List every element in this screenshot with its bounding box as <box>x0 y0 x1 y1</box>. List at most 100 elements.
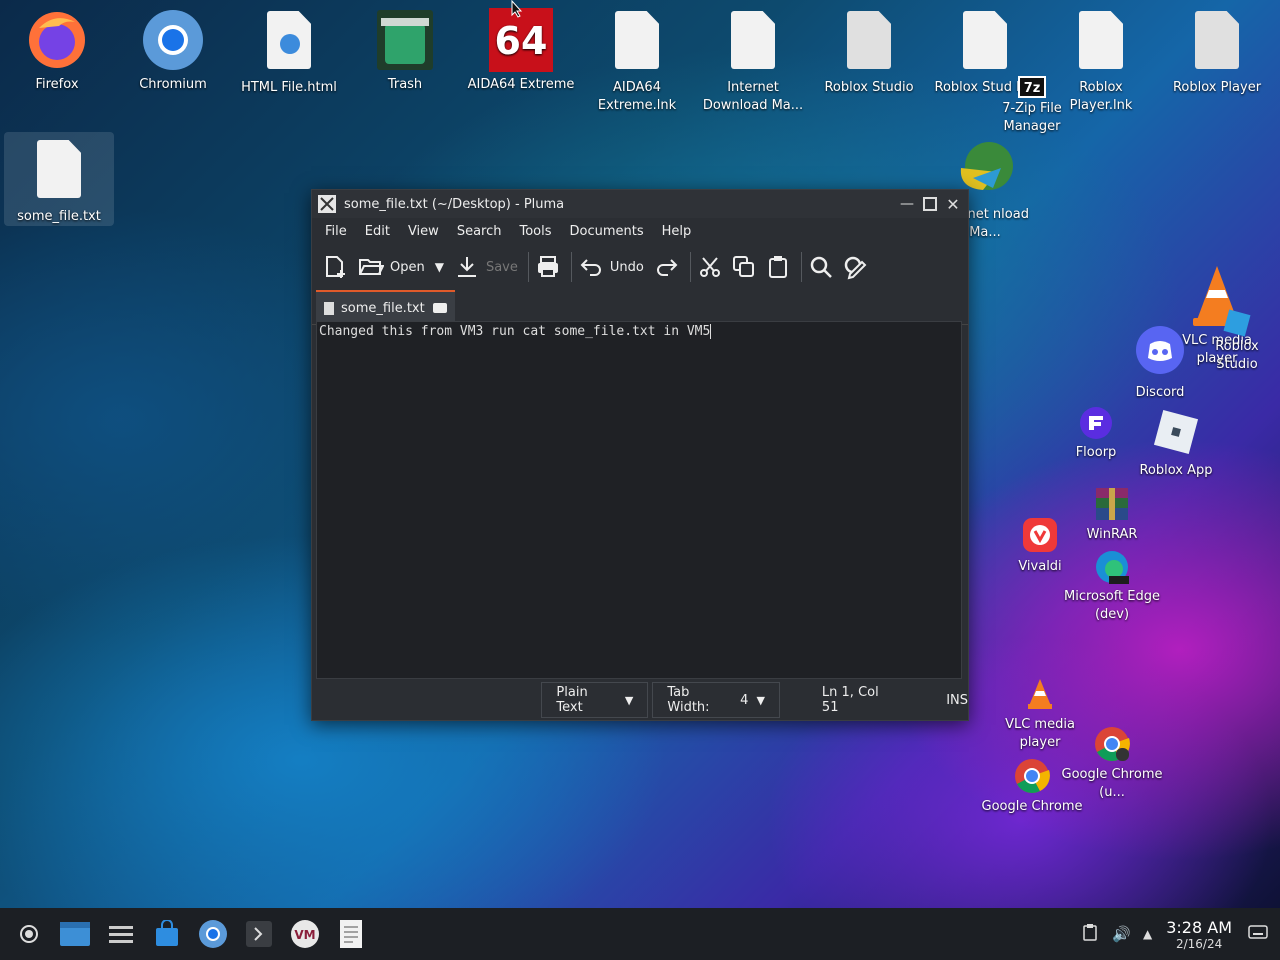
chrome-icon <box>1014 758 1050 794</box>
menu-help[interactable]: Help <box>653 224 701 239</box>
window-titlebar[interactable]: some_file.txt (~/Desktop) - Pluma — ✕ <box>312 190 968 218</box>
undo-button[interactable]: Undo <box>578 254 644 280</box>
print-button[interactable] <box>535 254 561 280</box>
cut-button[interactable] <box>697 254 723 280</box>
tab-close-icon[interactable] <box>432 303 447 313</box>
save-label: Save <box>485 259 518 275</box>
find-replace-icon <box>844 256 867 280</box>
desktop-icon-label: Roblox App <box>1139 463 1213 478</box>
document-tab[interactable]: some_file.txt <box>316 290 455 324</box>
start-menu-button[interactable] <box>10 915 48 953</box>
taskbar-terminal[interactable] <box>240 915 278 953</box>
tab-label: some_file.txt <box>341 300 425 316</box>
edge-dev-icon <box>1095 550 1129 584</box>
tab-width-value: 4 <box>740 692 749 708</box>
toolbar-separator <box>527 252 529 282</box>
menu-view[interactable]: View <box>399 224 448 239</box>
menu-file[interactable]: File <box>316 224 356 239</box>
open-recent-dropdown[interactable]: ▼ <box>435 260 444 274</box>
menu-search[interactable]: Search <box>448 224 511 239</box>
desktop-icon-roblox-studio[interactable]: Roblox Studio <box>814 8 924 97</box>
desktop-icon-aida64-lnk[interactable]: AIDA64 Extreme.lnk <box>582 8 692 115</box>
menu-edit[interactable]: Edit <box>356 224 399 239</box>
maximize-button[interactable] <box>921 195 939 213</box>
desktop-icon-roblox-app[interactable]: Roblox App <box>1121 408 1231 480</box>
roblox-app-icon <box>1152 408 1200 456</box>
desktop-icon-7zip[interactable]: 7z 7-Zip File Manager <box>977 76 1087 136</box>
desktop-icon-trash[interactable]: Trash <box>350 8 460 94</box>
file-manager-icon <box>60 922 90 946</box>
desktop-icon-chromium[interactable]: Chromium <box>118 8 228 94</box>
taskbar-system-settings[interactable] <box>102 915 140 953</box>
clock[interactable]: 3:28 AM 2/16/24 <box>1166 918 1232 951</box>
maximize-icon <box>923 197 937 211</box>
desktop-icon-idm[interactable]: Internet Download Ma... <box>698 8 808 115</box>
language-dropdown[interactable]: Plain Text ▼ <box>541 682 649 718</box>
desktop-icon-discord[interactable]: Discord <box>1105 326 1215 402</box>
copy-button[interactable] <box>731 254 757 280</box>
new-document-icon <box>326 256 345 278</box>
menu-tools[interactable]: Tools <box>510 224 560 239</box>
svg-text:VM: VM <box>294 928 315 942</box>
volume-icon[interactable]: 🔊 <box>1112 925 1131 943</box>
redo-icon <box>656 259 678 276</box>
file-icon <box>1069 11 1133 75</box>
desktop-icon-label: Google Chrome (u... <box>1061 767 1163 800</box>
toolbar-separator <box>800 252 802 282</box>
text-editor[interactable]: Changed this from VM3 run cat some_file.… <box>316 321 962 679</box>
show-desktop-icon[interactable] <box>1248 925 1268 943</box>
paste-button[interactable] <box>765 254 791 280</box>
taskbar-file-manager[interactable] <box>56 915 94 953</box>
desktop-icon-html-file[interactable]: HTML File.html <box>234 8 344 97</box>
clock-date: 2/16/24 <box>1175 936 1223 951</box>
replace-button[interactable] <box>842 254 868 280</box>
trash-icon <box>373 8 437 72</box>
vm-icon: VM <box>291 920 319 948</box>
clipboard-tray-icon[interactable] <box>1082 923 1098 945</box>
show-hidden-icons-icon[interactable]: ▲ <box>1143 927 1152 941</box>
taskbar-vm-manager[interactable]: VM <box>286 915 324 953</box>
firefox-icon <box>25 8 89 72</box>
winrar-icon <box>1094 486 1130 522</box>
menu-documents[interactable]: Documents <box>561 224 653 239</box>
mouse-cursor-icon <box>511 0 523 22</box>
chevron-down-icon: ▼ <box>434 260 444 274</box>
toolbar-separator <box>570 252 572 282</box>
close-button[interactable]: ✕ <box>944 195 962 214</box>
desktop-icon-label: some_file.txt <box>17 209 101 224</box>
desktop-icon-label: Trash <box>387 77 423 92</box>
desktop-icon-edge-dev[interactable]: Microsoft Edge (dev) <box>1057 550 1167 624</box>
redo-button[interactable] <box>654 254 680 280</box>
toolbar: Open ▼ Save Undo <box>312 244 968 290</box>
undo-icon <box>580 259 601 276</box>
scissors-icon <box>699 257 720 277</box>
save-icon <box>457 257 476 277</box>
desktop-icon-label: Firefox <box>35 77 79 92</box>
system-tray: 🔊 ▲ 3:28 AM 2/16/24 <box>1082 908 1280 960</box>
save-button[interactable]: Save <box>454 254 518 280</box>
7zip-icon: 7z <box>1018 76 1046 98</box>
find-button[interactable] <box>808 254 834 280</box>
svg-text:7z: 7z <box>1024 81 1041 96</box>
text-editor-icon <box>340 920 362 948</box>
taskbar-chromium[interactable] <box>194 915 232 953</box>
desktop-icon-google-chrome-u[interactable]: Google Chrome (u... <box>1057 726 1167 802</box>
minimize-button[interactable]: — <box>898 195 916 213</box>
window-title: some_file.txt (~/Desktop) - Pluma <box>344 196 565 212</box>
chevron-down-icon: ▼ <box>624 693 634 707</box>
vivaldi-icon <box>1023 518 1057 552</box>
desktop-icon-label: HTML File.html <box>241 80 337 95</box>
chrome-icon <box>1094 726 1130 762</box>
file-icon <box>721 11 785 75</box>
taskbar-app-store[interactable] <box>148 915 186 953</box>
desktop-icon-firefox[interactable]: Firefox <box>2 8 112 94</box>
text-caret <box>710 324 712 339</box>
new-button[interactable] <box>322 254 348 280</box>
open-button[interactable]: Open <box>358 254 425 280</box>
desktop-icon-label: Microsoft Edge (dev) <box>1063 589 1160 622</box>
tab-width-dropdown[interactable]: Tab Width: 4 ▼ <box>652 682 780 718</box>
desktop-icon-some-file[interactable]: some_file.txt <box>4 132 114 226</box>
taskbar-pluma[interactable] <box>332 915 370 953</box>
desktop-icon-roblox-player[interactable]: Roblox Player <box>1162 8 1272 97</box>
file-icon <box>837 11 901 75</box>
